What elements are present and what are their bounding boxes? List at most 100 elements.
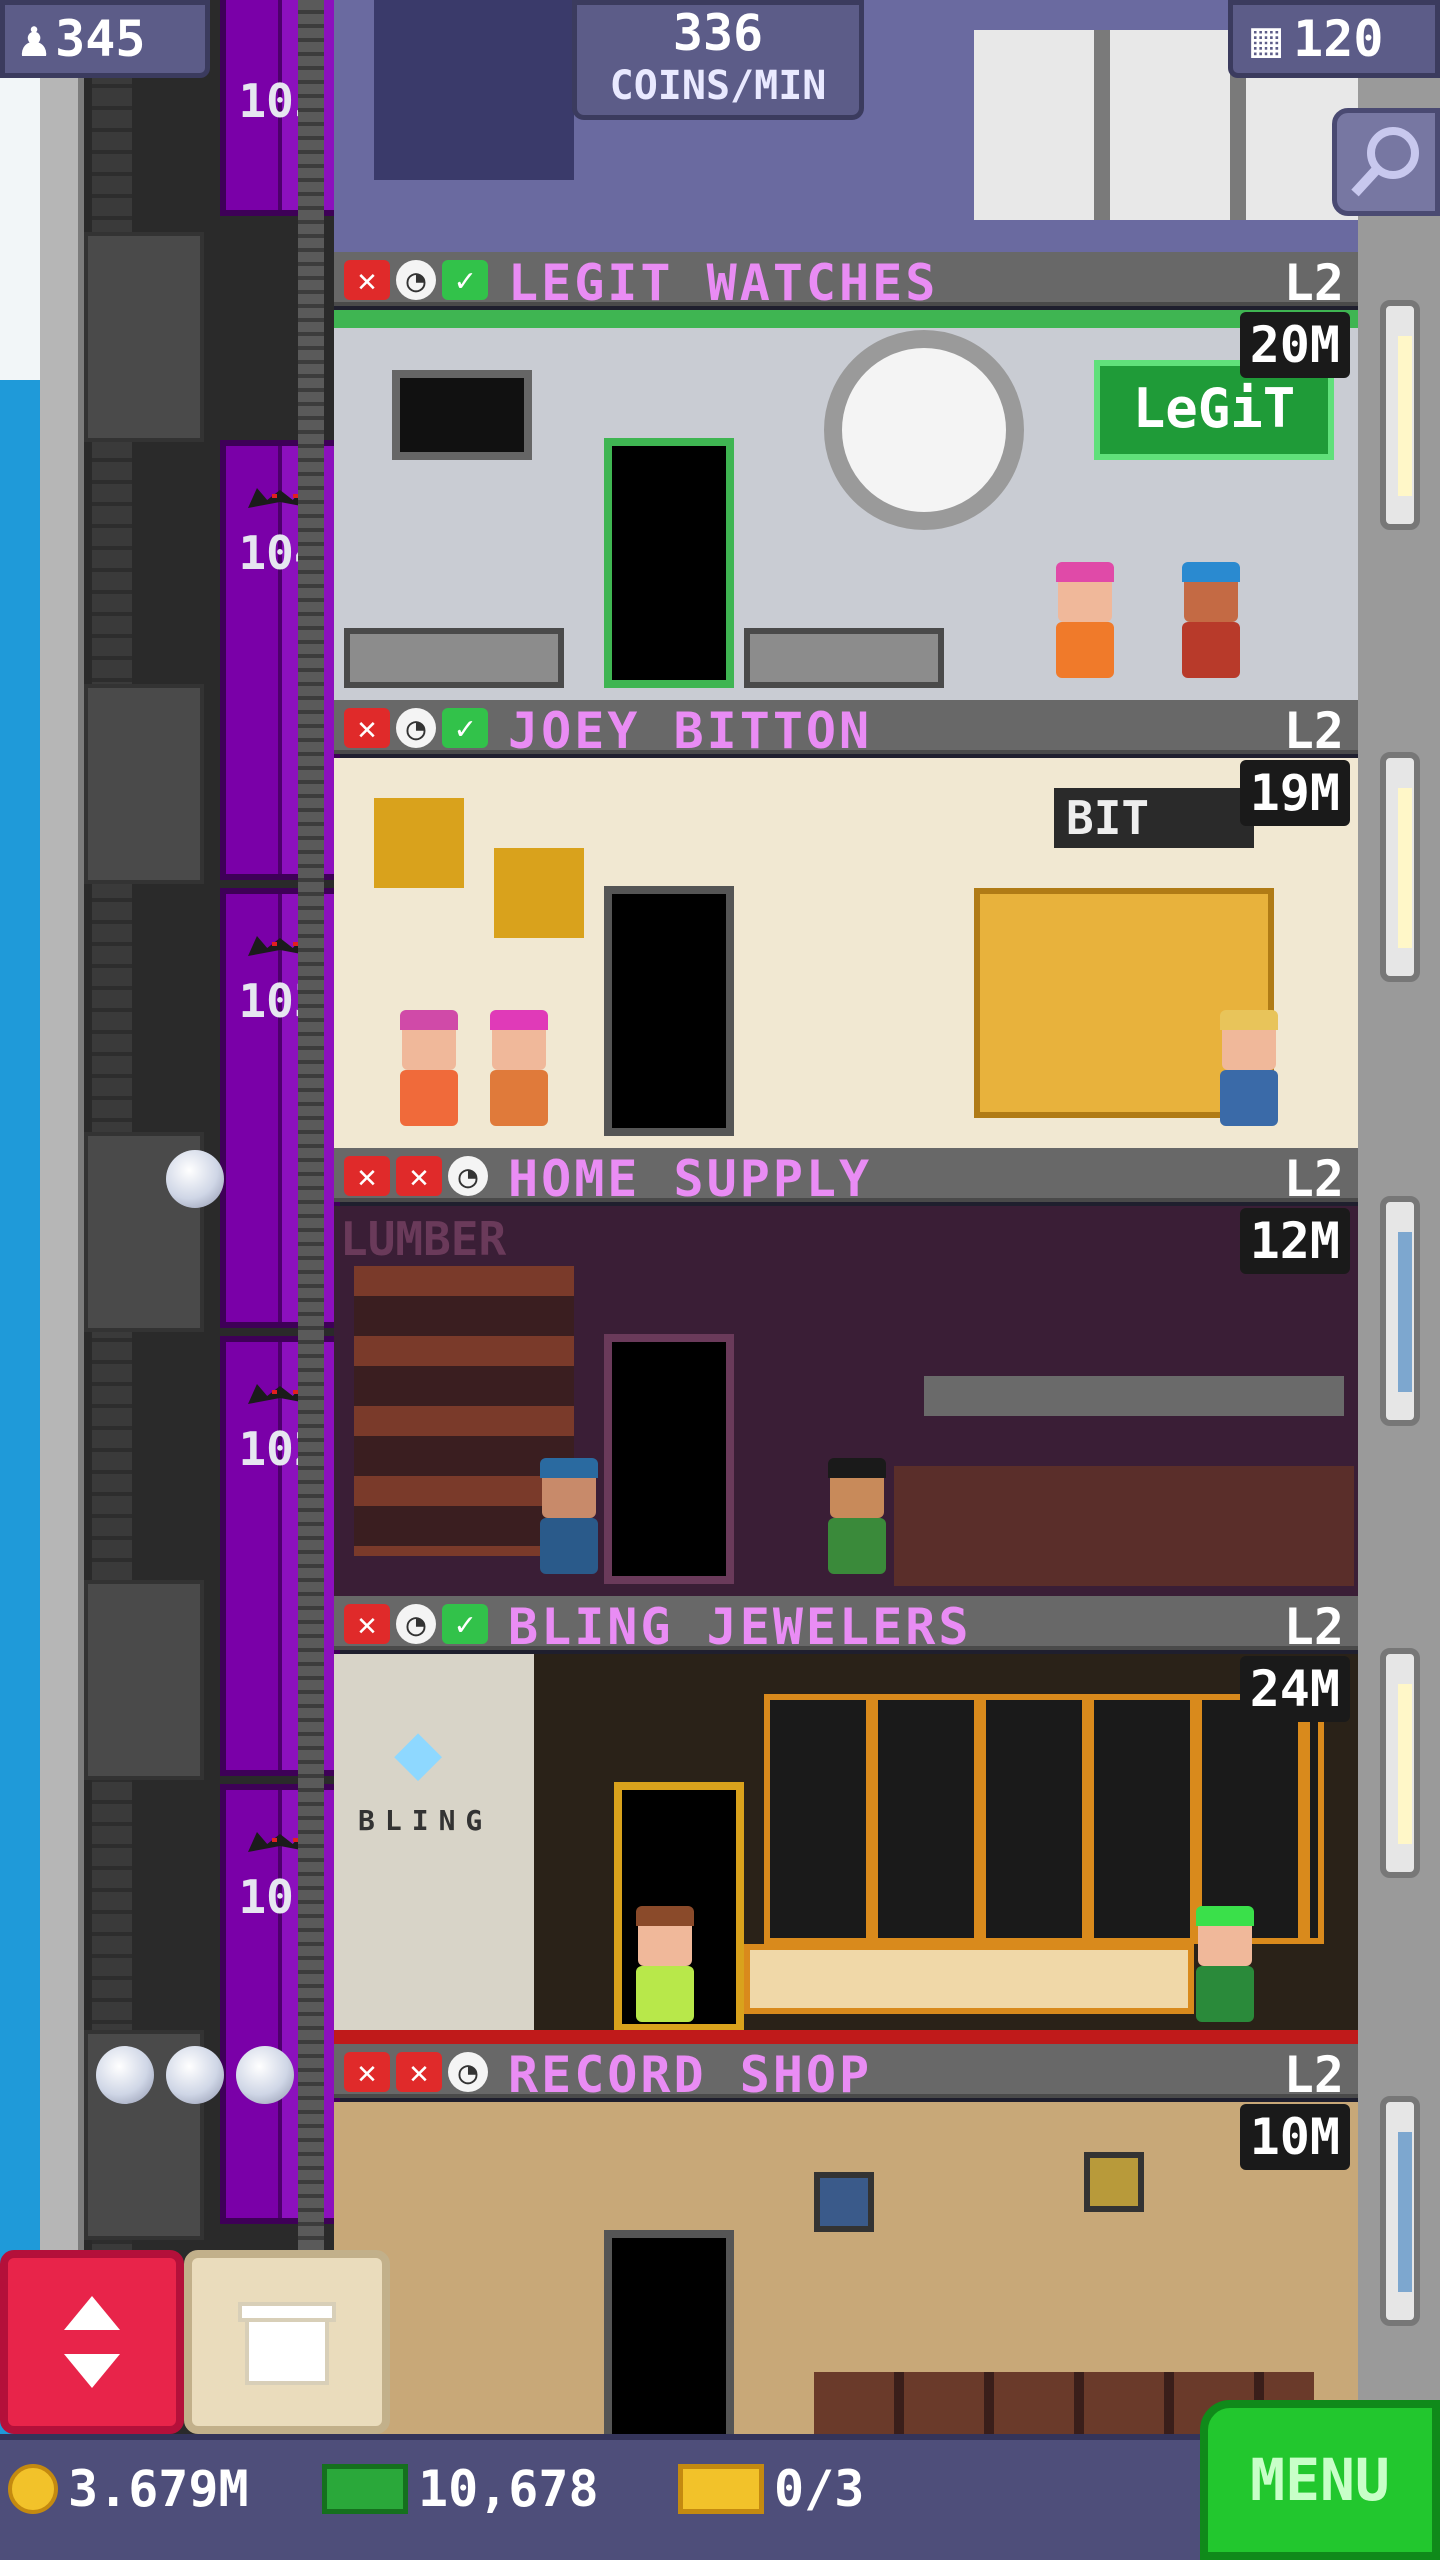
- floor-joey-bitton[interactable]: ✕ ◔ ✓ JOEY BITTON L2 BIT 19M: [334, 700, 1358, 1148]
- building-icon: ▦: [1251, 10, 1282, 68]
- elevator-stop-105[interactable]: 105: [220, 0, 340, 216]
- x-icon: ✕: [344, 708, 390, 748]
- hair: [828, 1458, 886, 1478]
- shop-door[interactable]: [604, 438, 734, 688]
- x-icon: ✕: [344, 1604, 390, 1644]
- hair: [1056, 562, 1114, 582]
- magnifier-icon: [1351, 127, 1419, 197]
- population-counter[interactable]: ♟ 345: [0, 0, 210, 78]
- x-icon: ✕: [344, 2052, 390, 2092]
- customer-sprite[interactable]: [484, 1010, 554, 1136]
- tickets-stat[interactable]: 0/3: [678, 2460, 864, 2518]
- floor-level: L2: [1283, 1598, 1344, 1656]
- floor-price: 20M: [1239, 312, 1350, 378]
- floor-interior[interactable]: LeGiT: [334, 310, 1358, 700]
- customer-sprite[interactable]: [1214, 1010, 1284, 1136]
- handbag-poster: [374, 798, 464, 888]
- x-icon: ✕: [396, 2052, 442, 2092]
- floor-status-icons: ✕ ◔ ✓: [344, 260, 488, 300]
- jewelry-counter: [744, 1944, 1194, 2014]
- shop-sign: BLING: [358, 1804, 493, 1837]
- window-icon: [1380, 752, 1420, 982]
- picture-frame: [374, 0, 574, 180]
- floor-header: ✕ ✕ ◔ RECORD SHOP L2: [334, 2044, 1358, 2104]
- diamond-icon: [236, 2046, 294, 2104]
- menu-button[interactable]: MENU: [1200, 2400, 1440, 2560]
- display-counter: [344, 628, 564, 688]
- window-icon: [1380, 1648, 1420, 1878]
- diamond-icon: [96, 2046, 154, 2104]
- customer-sprite[interactable]: [1176, 562, 1246, 688]
- workbench: [894, 1466, 1354, 1586]
- x-icon: ✕: [396, 1156, 442, 1196]
- floor-interior[interactable]: [334, 2102, 1358, 2436]
- elevator-stop-103[interactable]: 103: [220, 888, 340, 1328]
- floor-price: 19M: [1239, 760, 1350, 826]
- hair: [1196, 1906, 1254, 1926]
- elevator-floor-label: 102: [238, 1422, 322, 1476]
- elevator-stop-101[interactable]: 101: [220, 1784, 340, 2224]
- clock-icon: [824, 330, 1024, 530]
- customer-sprite[interactable]: [394, 1010, 464, 1136]
- elevator-shaft[interactable]: 105 104 103 102 101: [84, 0, 340, 2560]
- storage-box-button[interactable]: [184, 2250, 390, 2434]
- shirt: [1056, 622, 1114, 678]
- elevator-control-button[interactable]: [0, 2250, 184, 2434]
- person-icon: ♟: [19, 10, 50, 68]
- elevator-stop-102[interactable]: 102: [220, 1336, 340, 1776]
- floor-name: RECORD SHOP: [508, 2046, 873, 2104]
- customer-sprite[interactable]: [534, 1458, 604, 1584]
- shop-door[interactable]: [604, 886, 734, 1136]
- search-button[interactable]: [1332, 108, 1440, 216]
- coins-stat[interactable]: 3.679M: [8, 2460, 249, 2518]
- floor-interior[interactable]: BIT: [334, 758, 1358, 1148]
- bux-stat[interactable]: 10,678: [322, 2460, 599, 2518]
- floor-status-icons: ✕ ◔ ✓: [344, 1604, 488, 1644]
- clock-icon: ◔: [396, 708, 436, 748]
- worker-sprite[interactable]: [822, 1458, 892, 1584]
- shaft-wall: [84, 1580, 204, 1780]
- floor-interior[interactable]: ◆ BLING: [334, 1654, 1358, 2044]
- ticket-icon: [678, 2464, 764, 2514]
- customer-sprite[interactable]: [630, 1906, 700, 2032]
- tv-screen: [392, 370, 532, 460]
- check-icon: ✓: [442, 1604, 488, 1644]
- floor-home-supply[interactable]: ✕ ✕ ◔ HOME SUPPLY L2 LUMBER 12M: [334, 1148, 1358, 1596]
- tool-shelf: [924, 1376, 1344, 1416]
- shirt: [540, 1518, 598, 1574]
- floor-header: ✕ ◔ ✓ JOEY BITTON L2: [334, 700, 1358, 760]
- shop-door[interactable]: [604, 1334, 734, 1584]
- elevator-stop-104[interactable]: 104: [220, 440, 340, 880]
- diamond-icon: [166, 2046, 224, 2104]
- red-carpet: [334, 2030, 1358, 2044]
- floor-level: L2: [1283, 2046, 1344, 2104]
- worker-sprite[interactable]: [1190, 1906, 1260, 2032]
- elevator-floor-label: 101: [238, 1870, 322, 1924]
- floors-counter[interactable]: ▦ 120: [1228, 0, 1440, 78]
- floor-header: ✕ ✕ ◔ HOME SUPPLY L2: [334, 1148, 1358, 1208]
- coins-per-min-value: 336: [672, 4, 764, 62]
- tower-outer-wall: [40, 0, 84, 2560]
- coins-value: 3.679M: [68, 2460, 249, 2518]
- display-counter: [744, 628, 944, 688]
- shirt: [828, 1518, 886, 1574]
- coins-per-min-label: COINS/MIN: [609, 63, 827, 109]
- customer-sprite[interactable]: [1050, 562, 1120, 688]
- bat-decoration-icon: [248, 1376, 312, 1410]
- shop-door[interactable]: [604, 2230, 734, 2436]
- tickets-value: 0/3: [774, 2460, 865, 2518]
- bux-icon: [322, 2464, 408, 2514]
- floor-level: L2: [1283, 1150, 1344, 1208]
- album-poster: [1084, 2152, 1144, 2212]
- floor-interior[interactable]: LUMBER: [334, 1206, 1358, 1596]
- floor-level: L2: [1283, 254, 1344, 312]
- floor-record-shop[interactable]: ✕ ✕ ◔ RECORD SHOP L2 10M: [334, 2044, 1358, 2436]
- floor-status-icons: ✕ ✕ ◔: [344, 1156, 488, 1196]
- box-icon: [238, 2302, 336, 2385]
- floor-legit-watches[interactable]: ✕ ◔ ✓ LEGIT WATCHES L2 LeGiT 20M: [334, 252, 1358, 700]
- clock-icon: ◔: [396, 260, 436, 300]
- clock-icon: ◔: [396, 1604, 436, 1644]
- floor-bling-jewelers[interactable]: ✕ ◔ ✓ BLING JEWELERS L2 ◆ BLING 24M: [334, 1596, 1358, 2044]
- shirt: [636, 1966, 694, 2022]
- floor-level: L2: [1283, 702, 1344, 760]
